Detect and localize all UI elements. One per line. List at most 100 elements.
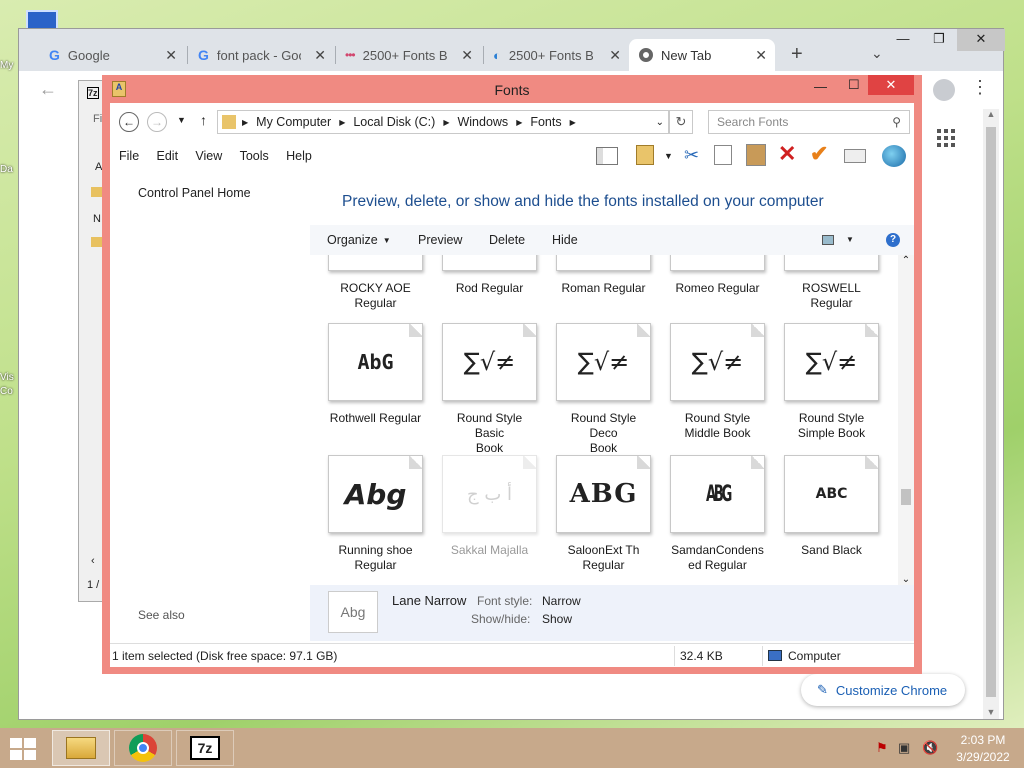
font-tile-round-style-simple[interactable]: ∑√≠ Round Style Simple Book — [784, 323, 879, 441]
grid-scrollbar[interactable]: ⌃ ⌄ — [898, 255, 914, 585]
font-tile-sakkal-majalla[interactable]: أ ب ج Sakkal Majalla — [442, 455, 537, 558]
delete-button[interactable]: Delete — [489, 233, 525, 247]
tab-search-icon[interactable]: ⌄ — [871, 45, 883, 62]
font-tile-round-style-deco[interactable]: ∑√≠ Round Style Deco Book — [556, 323, 651, 456]
copy-icon[interactable] — [714, 145, 732, 165]
font-tile-rod[interactable]: Rod Regular — [442, 255, 537, 296]
breadcrumb-fonts[interactable]: Fonts — [530, 115, 561, 129]
breadcrumb-local-disk[interactable]: Local Disk (C:) — [353, 115, 435, 129]
maximize-button[interactable]: ❐ — [921, 29, 957, 51]
close-icon[interactable]: ✕ — [755, 47, 767, 64]
menu-edit[interactable]: Edit — [157, 149, 179, 163]
properties-icon[interactable] — [844, 149, 866, 163]
new-tab-button[interactable]: + — [791, 43, 803, 66]
scroll-down-arrow-icon[interactable]: ▼ — [983, 707, 999, 717]
apps-grid-icon[interactable] — [937, 129, 955, 147]
refresh-button[interactable]: ↻ — [669, 110, 693, 134]
organize-button[interactable]: Organize ▼ — [327, 233, 391, 247]
close-icon[interactable]: ✕ — [165, 47, 177, 64]
tab-google[interactable]: G Google ✕ — [39, 39, 185, 71]
taskbar-file-explorer[interactable] — [52, 730, 110, 766]
font-tile-round-style-basic[interactable]: ∑√≠ Round Style Basic Book — [442, 323, 537, 456]
back-arrow-icon[interactable]: ← — [39, 79, 57, 100]
properties-folder-icon[interactable] — [636, 145, 654, 165]
clock-date[interactable]: 3/29/2022 — [950, 750, 1016, 764]
close-icon[interactable]: ✕ — [609, 47, 621, 64]
layout-pane-icon[interactable] — [596, 147, 618, 165]
font-tile-roswell[interactable]: ROSWELL Regular — [784, 255, 879, 311]
scroll-thumb[interactable] — [901, 489, 911, 505]
preview-button[interactable]: Preview — [418, 233, 462, 247]
desktop-label-3: Vis — [0, 372, 14, 383]
customize-chrome-button[interactable]: ✎ Customize Chrome — [801, 674, 965, 706]
tab-fonts-bundle-2[interactable]: ◐ 2500+ Fonts Bundle ✕ — [483, 39, 629, 71]
font-tile-romeo[interactable]: Romeo Regular — [670, 255, 765, 296]
close-button[interactable]: ✕ — [868, 75, 914, 95]
menu-view[interactable]: View — [195, 149, 222, 163]
control-panel-home-link[interactable]: Control Panel Home — [138, 186, 251, 200]
font-tile-round-style-middle[interactable]: ∑√≠ Round Style Middle Book — [670, 323, 765, 441]
menu-help[interactable]: Help — [286, 149, 312, 163]
customize-label: Customize Chrome — [835, 682, 948, 698]
view-dropdown-icon[interactable]: ▼ — [664, 151, 673, 161]
menu-tools[interactable]: Tools — [240, 149, 269, 163]
breadcrumb-my-computer[interactable]: My Computer — [256, 115, 331, 129]
recent-dropdown-icon[interactable]: ▼ — [177, 115, 186, 125]
network-icon[interactable]: ▣ — [898, 740, 910, 756]
taskbar-chrome[interactable] — [114, 730, 172, 766]
font-style-value: Narrow — [542, 594, 581, 608]
search-input[interactable]: Search Fonts ⚲ — [708, 110, 910, 134]
minimize-button[interactable]: — — [885, 29, 921, 51]
selected-font-sample: Abg — [340, 604, 366, 620]
paste-icon[interactable] — [746, 144, 766, 166]
cut-icon[interactable]: ✂ — [684, 145, 699, 166]
nav-back-button[interactable]: ← — [119, 112, 139, 132]
menu-dots-icon[interactable]: ⋮ — [971, 77, 989, 98]
font-tile-samdan-condensed[interactable]: ABG SamdanCondens ed Regular — [670, 455, 765, 573]
font-tile-sand-black[interactable]: ABC Sand Black — [784, 455, 879, 558]
address-dropdown-icon[interactable]: ⌄ — [656, 117, 664, 128]
delete-x-icon[interactable]: ✕ — [778, 141, 796, 167]
font-preview-icon: ABG — [670, 455, 765, 533]
start-button[interactable] — [10, 738, 38, 760]
profile-icon[interactable] — [933, 79, 955, 101]
chevron-down-icon[interactable]: ▼ — [846, 235, 854, 244]
maximize-button[interactable]: ☐ — [848, 77, 860, 93]
globe-icon[interactable] — [882, 145, 906, 167]
tab-fonts-bundle-1[interactable]: ••• 2500+ Fonts Bundle ✕ — [335, 39, 481, 71]
nav-forward-button[interactable]: → — [147, 112, 167, 132]
close-icon[interactable]: ✕ — [314, 47, 326, 64]
clock-time[interactable]: 2:03 PM — [958, 733, 1008, 747]
explorer-titlebar[interactable]: A Fonts — ☐ ✕ — [102, 75, 922, 103]
tab-font-pack[interactable]: G font pack - Google ✕ — [188, 39, 334, 71]
scroll-down-arrow-icon[interactable]: ⌄ — [898, 574, 914, 585]
scroll-up-arrow-icon[interactable]: ⌃ — [898, 255, 914, 266]
scroll-thumb[interactable] — [986, 127, 996, 697]
breadcrumb-windows[interactable]: Windows — [457, 115, 508, 129]
menu-file[interactable]: File — [119, 149, 139, 163]
tab-new-tab[interactable]: New Tab ✕ — [629, 39, 775, 71]
close-icon[interactable]: ✕ — [461, 47, 473, 64]
scroll-up-arrow-icon[interactable]: ▲ — [983, 109, 999, 119]
font-tile-roman[interactable]: Roman Regular — [556, 255, 651, 296]
font-tile-running-shoe[interactable]: Abg Running shoe Regular — [328, 455, 423, 573]
page-scrollbar[interactable]: ▲ ▼ — [983, 109, 999, 719]
help-icon[interactable]: ? — [886, 233, 900, 247]
font-name: Round Style Deco Book — [570, 411, 637, 455]
desktop-icon-computer[interactable] — [0, 10, 58, 32]
minimize-button[interactable]: — — [814, 79, 827, 94]
volume-muted-icon[interactable]: 🔇 — [922, 740, 938, 756]
close-button[interactable]: ✕ — [957, 29, 1005, 51]
address-bar[interactable]: ▶ My Computer ▶ Local Disk (C:) ▶ Window… — [217, 110, 669, 134]
hide-button[interactable]: Hide — [552, 233, 578, 247]
up-arrow-icon[interactable]: ↑ — [200, 112, 207, 128]
font-tile-rocky-aoe[interactable]: ROCKY AOE Regular — [328, 255, 423, 311]
font-tile-saloonext[interactable]: ABG SaloonExt Th Regular — [556, 455, 651, 573]
font-tile-rothwell[interactable]: AbG Rothwell Regular — [328, 323, 423, 426]
taskbar-7zip[interactable]: 7z — [176, 730, 234, 766]
font-sample: Abg — [344, 477, 407, 511]
view-options-icon[interactable] — [822, 235, 834, 245]
checkmark-icon[interactable]: ✔ — [810, 141, 828, 167]
bg-scroll-left-icon[interactable]: ‹ — [91, 555, 95, 567]
action-center-flag-icon[interactable]: ⚑ — [876, 740, 888, 756]
